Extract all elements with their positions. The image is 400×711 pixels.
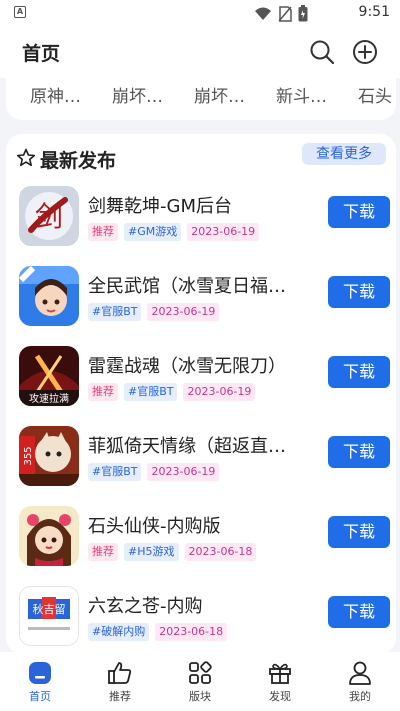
tag-category: #GM游戏 <box>124 223 182 241</box>
tag-date: 2023-06-19 <box>147 463 220 481</box>
list-item[interactable]: 石头仙侠-内购版 推荐 #H5游戏 2023-06-18 下载 <box>6 506 396 586</box>
tag-category: #破解内购 <box>88 623 150 641</box>
tag-recommend: 推荐 <box>88 383 118 401</box>
tag-date: 2023-06-18 <box>184 543 257 561</box>
section-title: 最新发布 <box>40 150 117 172</box>
fox-warrior-icon[interactable]: 355 <box>19 426 79 486</box>
nav-label: 发现 <box>269 690 291 703</box>
latest-release-card: 最新发布 查看更多 剑 剑舞乾坤-GM后台 推荐 #GM游戏 2023-06-1… <box>6 134 396 654</box>
tag-category: #官服BT <box>124 383 178 401</box>
svg-text:秋吉留: 秋吉留 <box>33 602 66 616</box>
game-name: 六玄之苍-内购 <box>88 596 203 617</box>
tag-recommend: 推荐 <box>88 543 118 561</box>
nav-profile[interactable]: 我的 <box>320 652 400 711</box>
tab-5[interactable]: 石头 <box>358 82 396 107</box>
sword-calligraphy-icon[interactable]: 剑 <box>19 186 79 246</box>
status-bar: A 9:51 <box>0 0 400 26</box>
tag-category: #官服BT <box>88 463 142 481</box>
grid-icon <box>189 661 212 684</box>
tag-date: 2023-06-19 <box>147 303 220 321</box>
warrior-icon[interactable]: 攻速拉满 <box>19 346 79 406</box>
search-icon[interactable] <box>308 38 336 66</box>
download-button[interactable]: 下载 <box>328 276 390 308</box>
list-item[interactable]: 全民武馆（冰雪夏日福… #官服BT 2023-06-19 下载 <box>6 266 396 346</box>
app-header: 首页 <box>0 26 400 78</box>
user-icon <box>349 661 371 685</box>
no-sim-icon <box>278 5 292 22</box>
maiden-character-icon[interactable] <box>19 506 79 566</box>
game-name: 雷霆战魂（冰雪无限刀） <box>88 356 286 377</box>
download-button[interactable]: 下载 <box>328 356 390 388</box>
game-tags: 推荐 #官服BT 2023-06-19 <box>88 383 256 401</box>
tab-4[interactable]: 新斗… <box>276 82 358 107</box>
star-icon <box>16 148 36 167</box>
download-button[interactable]: 下载 <box>328 596 390 628</box>
tag-category: #官服BT <box>88 303 142 321</box>
download-button[interactable]: 下载 <box>328 516 390 548</box>
game-name: 石头仙侠-内购版 <box>88 516 221 537</box>
tab-1[interactable]: 原神… <box>30 82 112 107</box>
home-icon <box>29 662 51 684</box>
list-item[interactable]: 355 菲狐倚天情缘（超返直… #官服BT 2023-06-19 下载 <box>6 426 396 506</box>
bottom-nav: 首页 推荐 版块 发现 我的 <box>0 652 400 711</box>
status-icons <box>254 5 308 22</box>
gift-icon <box>269 663 291 684</box>
battery-icon <box>298 5 308 22</box>
tag-category: #H5游戏 <box>124 543 179 561</box>
game-tags: #破解内购 2023-06-18 <box>88 623 228 641</box>
nav-recommend[interactable]: 推荐 <box>80 652 160 711</box>
game-name: 菲狐倚天情缘（超返直… <box>88 436 286 457</box>
thumbs-up-icon <box>108 662 132 684</box>
nav-sections[interactable]: 版块 <box>160 652 240 711</box>
game-tags: #官服BT 2023-06-19 <box>88 463 220 481</box>
page-title: 首页 <box>22 43 61 65</box>
nav-label: 推荐 <box>109 690 131 703</box>
game-name: 全民武馆（冰雪夏日福… <box>88 276 286 297</box>
view-more-button[interactable]: 查看更多 <box>302 143 386 165</box>
game-tags: 推荐 #GM游戏 2023-06-19 <box>88 223 260 241</box>
svg-text:攻速拉满: 攻速拉满 <box>29 392 69 405</box>
nav-discover[interactable]: 发现 <box>240 652 320 711</box>
gift-logo-icon[interactable]: 秋吉留 <box>19 586 79 646</box>
list-item[interactable]: 秋吉留 六玄之苍-内购 #破解内购 2023-06-18 下载 <box>6 586 396 654</box>
tag-date: 2023-06-19 <box>183 383 256 401</box>
app-notification-icon: A <box>14 6 26 18</box>
svg-text:355: 355 <box>23 446 34 465</box>
download-button[interactable]: 下载 <box>328 436 390 468</box>
add-icon[interactable] <box>351 38 379 66</box>
tag-date: 2023-06-18 <box>155 623 228 641</box>
nav-label: 我的 <box>349 690 371 703</box>
wifi-icon <box>255 7 271 20</box>
tag-recommend: 推荐 <box>88 223 118 241</box>
tab-2[interactable]: 崩坏… <box>112 82 194 107</box>
nav-label: 首页 <box>29 690 51 703</box>
list-item[interactable]: 攻速拉满 雷霆战魂（冰雪无限刀） 推荐 #官服BT 2023-06-19 下载 <box>6 346 396 426</box>
game-tags: #官服BT 2023-06-19 <box>88 303 220 321</box>
svg-text:剑: 剑 <box>35 200 63 233</box>
download-button[interactable]: 下载 <box>328 196 390 228</box>
game-tags: 推荐 #H5游戏 2023-06-18 <box>88 543 257 561</box>
clock: 9:51 <box>358 4 390 20</box>
category-tab-strip: 原神… 崩坏… 崩坏… 新斗… 石头 <box>6 72 396 120</box>
girl-character-icon[interactable] <box>19 266 79 326</box>
nav-label: 版块 <box>189 690 211 703</box>
nav-home[interactable]: 首页 <box>0 652 80 711</box>
game-name: 剑舞乾坤-GM后台 <box>88 196 232 217</box>
tab-3[interactable]: 崩坏… <box>194 82 276 107</box>
list-item[interactable]: 剑 剑舞乾坤-GM后台 推荐 #GM游戏 2023-06-19 下载 <box>6 186 396 266</box>
tag-date: 2023-06-19 <box>187 223 260 241</box>
section-header: 最新发布 查看更多 <box>6 134 396 178</box>
